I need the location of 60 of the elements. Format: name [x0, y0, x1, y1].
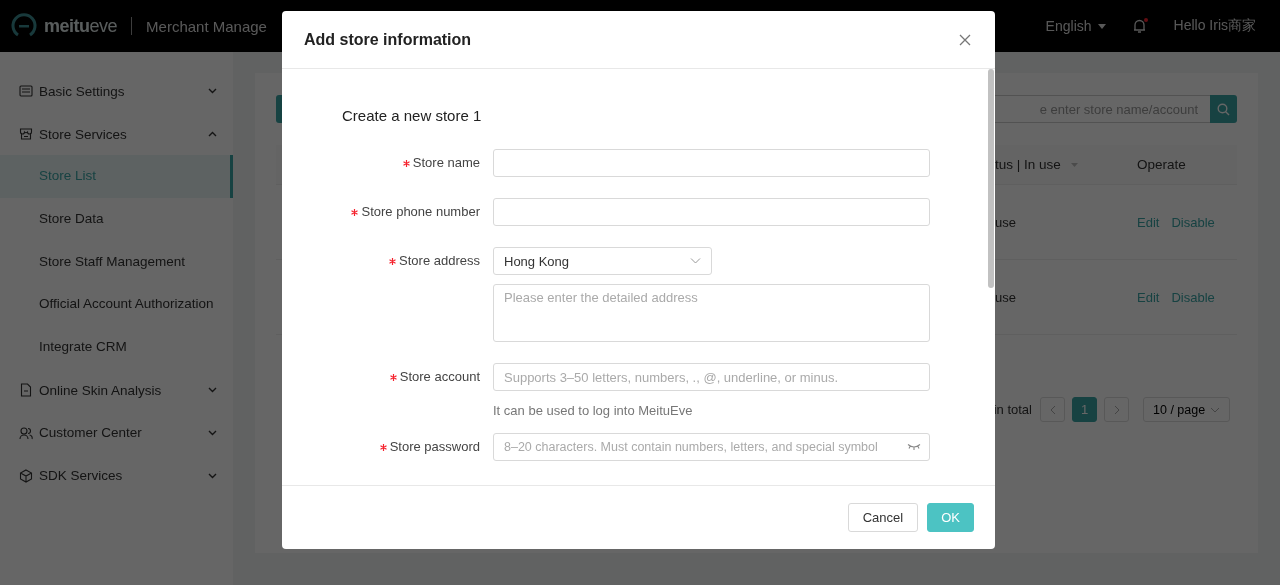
table-cell: use: [995, 289, 1016, 305]
panel-icon: [19, 84, 33, 99]
menu-group[interactable]: Store Services: [0, 112, 233, 156]
menu-item[interactable]: Official Account Authorization: [0, 283, 233, 327]
scrollbar[interactable]: [988, 69, 994, 288]
menu-item[interactable]: Store List: [0, 155, 233, 199]
form-heading: Create a new store 1: [342, 106, 483, 126]
menu-item[interactable]: Integrate CRM: [0, 326, 233, 369]
document-icon: [19, 383, 33, 398]
text-field[interactable]: Supports 3–50 letters, numbers, ., @, underline, or minus.: [493, 363, 930, 391]
search-button[interactable]: [1210, 95, 1237, 123]
total-label: in total: [993, 402, 1032, 417]
password-field[interactable]: 8–20 characters. Must contain numbers, letters, and special symbol: [493, 433, 930, 461]
dialog-title: Add store information: [304, 30, 472, 49]
field-label: Store address: [399, 252, 480, 270]
chevron-left-icon: [1049, 404, 1056, 415]
people-icon: [19, 425, 33, 440]
action-link[interactable]: Edit: [1137, 214, 1160, 230]
chevron-down-icon: [690, 258, 701, 264]
close-icon: [959, 33, 971, 46]
field-label: Store name: [412, 154, 480, 172]
menu-group[interactable]: Customer Center: [0, 411, 233, 455]
menu-group[interactable]: Basic Settings: [0, 70, 233, 113]
address-field[interactable]: Please enter the detailed address: [493, 284, 930, 342]
caret-icon: [1070, 162, 1078, 167]
chevron-right-icon: [1113, 404, 1120, 415]
text-field[interactable]: [493, 198, 930, 226]
previous-page-button[interactable]: [1040, 397, 1065, 422]
user-greeting[interactable]: Hello Iris商家: [1173, 17, 1256, 35]
cube-icon: [19, 468, 33, 483]
text-field[interactable]: [493, 149, 930, 177]
field-hint: It can be used to log into MeituEve: [493, 402, 694, 420]
action-link[interactable]: Disable: [1171, 214, 1215, 230]
ok-button[interactable]: OK: [927, 503, 974, 532]
menu-group[interactable]: SDK Services: [0, 454, 233, 497]
store-icon: [19, 127, 33, 142]
action-link[interactable]: Disable: [1171, 289, 1215, 305]
chevron-down-icon: [1210, 406, 1220, 413]
app-title: Merchant Manage: [146, 17, 267, 35]
next-page-button[interactable]: [1104, 397, 1129, 422]
table-cell: use: [995, 214, 1016, 230]
action-link[interactable]: Edit: [1137, 289, 1160, 305]
bell-icon[interactable]: [1131, 18, 1148, 34]
caret-icon: [1097, 23, 1106, 29]
column-header: Operate: [1137, 157, 1186, 172]
language-dropdown[interactable]: English: [1045, 18, 1106, 34]
field-label: Store password: [389, 438, 480, 456]
menu-item[interactable]: Store Staff Management: [0, 240, 233, 284]
field-label: Store phone number: [361, 203, 480, 221]
cancel-button[interactable]: Cancel: [847, 503, 919, 532]
menu-item[interactable]: Store Data: [0, 198, 233, 241]
eye-closed-icon[interactable]: [907, 443, 921, 451]
page-size-select[interactable]: 10 / page: [1143, 397, 1230, 422]
search-icon: [1217, 102, 1230, 116]
column-header[interactable]: tus | In use: [995, 157, 1061, 172]
logo-text: meitueve: [44, 15, 118, 37]
menu-group[interactable]: Online Skin Analysis: [0, 368, 233, 412]
field-label: Store account: [399, 368, 480, 386]
page-button[interactable]: 1: [1072, 397, 1097, 422]
region-select[interactable]: Hong Kong: [493, 247, 712, 275]
